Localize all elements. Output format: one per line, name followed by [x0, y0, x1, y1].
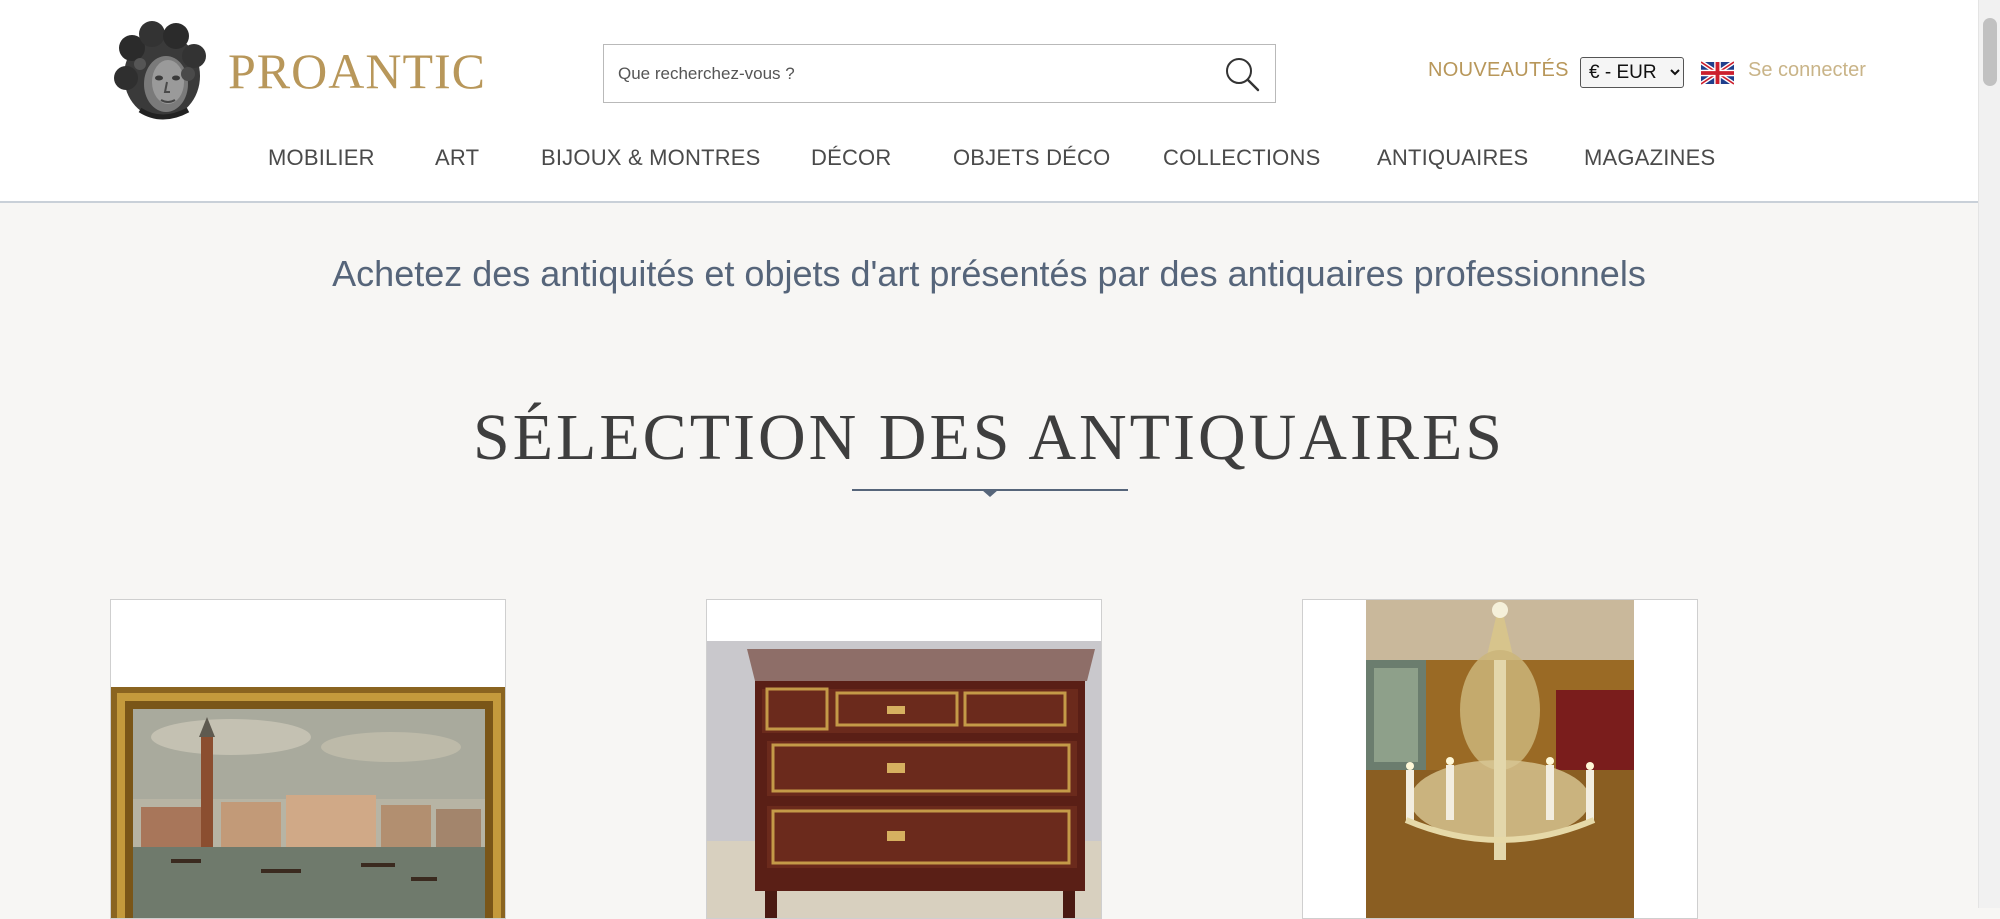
nav-item-objets-deco[interactable]: OBJETS DÉCO	[953, 145, 1110, 171]
main-nav: MOBILIER ART BIJOUX & MONTRES DÉCOR OBJE…	[0, 145, 1978, 183]
search-input[interactable]	[604, 45, 1204, 102]
site-header: PROANTIC NOUVEAUTÉS € - EUR Se connecter…	[0, 0, 1978, 203]
venice-painting-image	[111, 687, 505, 918]
product-card[interactable]	[110, 599, 506, 919]
scrollbar-thumb[interactable]	[1983, 18, 1997, 86]
section-title: SÉLECTION DES ANTIQUAIRES	[473, 401, 1505, 474]
nav-item-magazines[interactable]: MAGAZINES	[1584, 145, 1715, 171]
nav-item-collections[interactable]: COLLECTIONS	[1163, 145, 1320, 171]
logo-head-icon	[114, 21, 206, 120]
nav-item-mobilier[interactable]: MOBILIER	[268, 145, 375, 171]
logo-text: PROANTIC	[228, 43, 487, 99]
page-scrollbar[interactable]	[1978, 0, 2000, 908]
tagline: Achetez des antiquités et objets d'art p…	[332, 253, 1646, 294]
nav-item-bijoux-montres[interactable]: BIJOUX & MONTRES	[541, 145, 761, 171]
product-card[interactable]	[1302, 599, 1698, 919]
nouveautes-link[interactable]: NOUVEAUTÉS	[1428, 59, 1569, 82]
commode-chest-image	[707, 641, 1101, 918]
nav-item-art[interactable]: ART	[435, 145, 479, 171]
product-card[interactable]	[706, 599, 1102, 919]
search-bar	[603, 44, 1276, 103]
logo-link[interactable]: PROANTIC	[110, 20, 486, 122]
title-divider	[852, 489, 1128, 497]
crystal-chandelier-image	[1366, 600, 1634, 918]
nav-item-decor[interactable]: DÉCOR	[811, 145, 891, 171]
currency-select[interactable]: € - EUR	[1580, 57, 1684, 88]
login-link[interactable]: Se connecter	[1748, 59, 1866, 82]
uk-flag-icon[interactable]	[1701, 60, 1734, 86]
nav-item-antiquaires[interactable]: ANTIQUAIRES	[1377, 145, 1528, 171]
search-icon[interactable]	[1223, 55, 1261, 93]
